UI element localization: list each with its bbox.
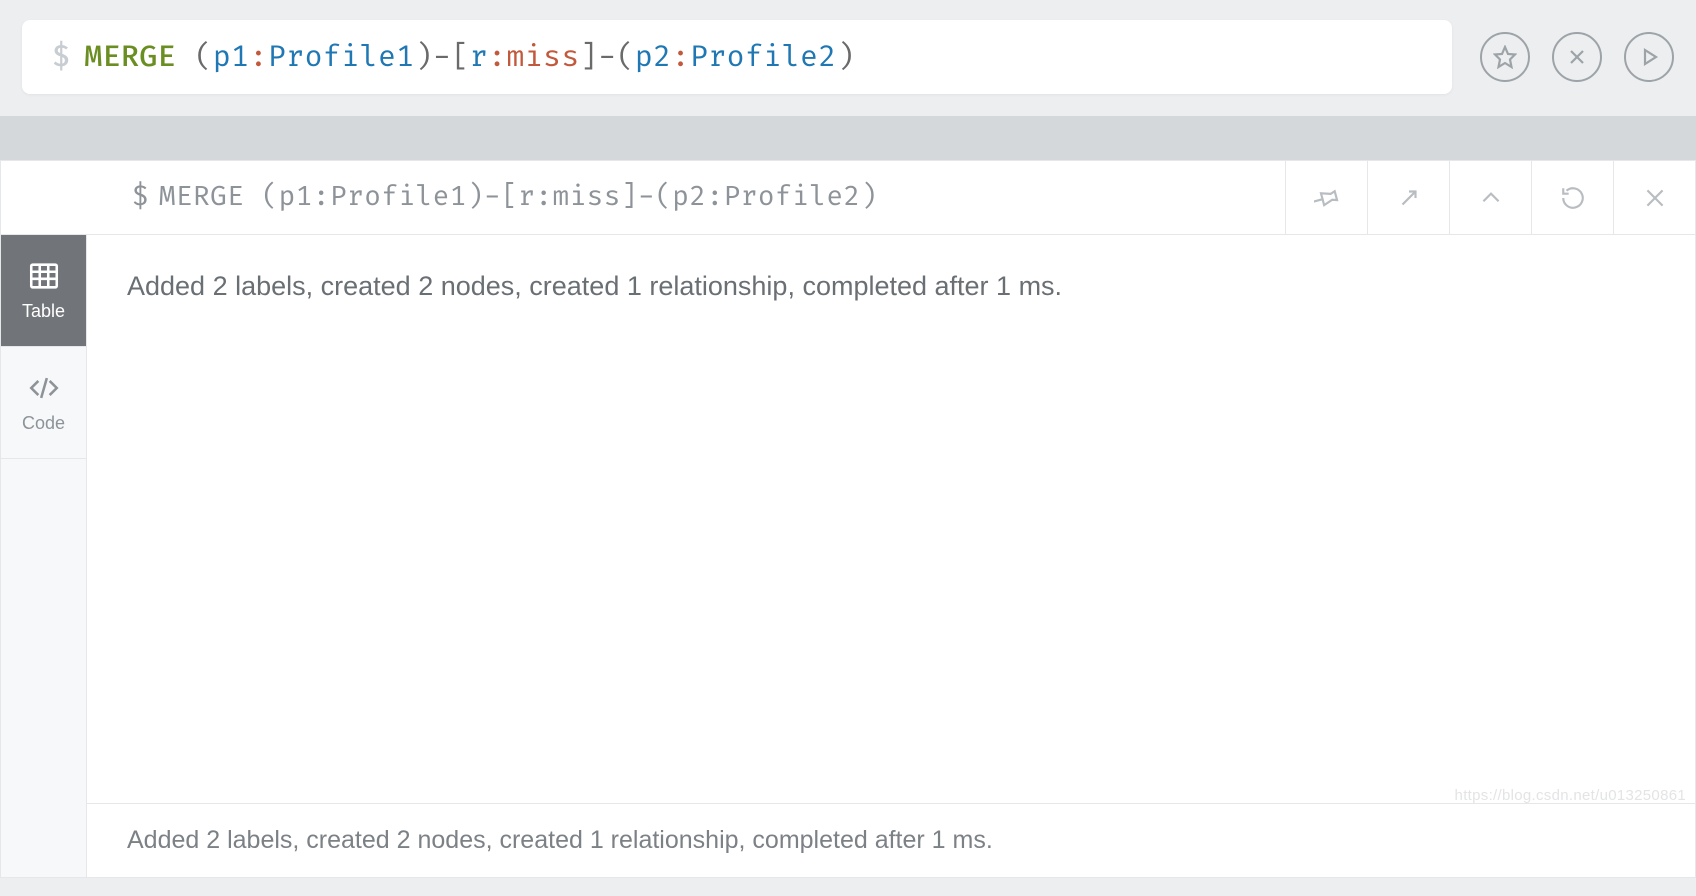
view-tabs: Table Code xyxy=(1,235,87,877)
result-message: Added 2 labels, created 2 nodes, created… xyxy=(87,235,1695,803)
expand-icon xyxy=(1396,185,1422,211)
result-footer: Added 2 labels, created 2 nodes, created… xyxy=(87,803,1695,877)
collapse-button[interactable] xyxy=(1449,161,1531,234)
code-icon xyxy=(27,371,61,405)
favorite-button[interactable] xyxy=(1480,32,1530,82)
result-query-display[interactable]: $MERGE (p1:Profile1)-[r:miss]-(p2:Profil… xyxy=(1,148,1285,247)
run-button[interactable] xyxy=(1624,32,1674,82)
query-editor[interactable]: $ MERGE (p1:Profile1)-[r:miss]-(p2:Profi… xyxy=(22,20,1452,94)
rerun-button[interactable] xyxy=(1531,161,1613,234)
tab-code-label: Code xyxy=(22,413,65,434)
tab-table[interactable]: Table xyxy=(1,235,86,347)
tab-code[interactable]: Code xyxy=(1,347,86,459)
result-prompt: $ xyxy=(132,181,149,214)
clear-button[interactable] xyxy=(1552,32,1602,82)
table-icon xyxy=(27,259,61,293)
result-frame: $MERGE (p1:Profile1)-[r:miss]-(p2:Profil… xyxy=(0,160,1696,878)
pin-icon xyxy=(1314,185,1340,211)
expand-button[interactable] xyxy=(1367,161,1449,234)
query-editor-row: $ MERGE (p1:Profile1)-[r:miss]-(p2:Profi… xyxy=(0,0,1696,116)
star-icon xyxy=(1493,45,1517,69)
tab-table-label: Table xyxy=(22,301,65,322)
result-main: Added 2 labels, created 2 nodes, created… xyxy=(87,235,1695,877)
editor-prompt: $ xyxy=(52,40,70,75)
close-icon xyxy=(1565,45,1589,69)
result-header-tools xyxy=(1285,161,1695,234)
editor-actions xyxy=(1480,32,1674,82)
cypher-query: MERGE (p1:Profile1)-[r:miss]-(p2:Profile… xyxy=(84,40,855,75)
play-icon xyxy=(1637,45,1661,69)
result-body: Table Code Added 2 labels, created 2 nod… xyxy=(1,235,1695,877)
refresh-icon xyxy=(1560,185,1586,211)
close-icon xyxy=(1642,185,1668,211)
result-header: $MERGE (p1:Profile1)-[r:miss]-(p2:Profil… xyxy=(1,161,1695,235)
close-result-button[interactable] xyxy=(1613,161,1695,234)
pin-button[interactable] xyxy=(1285,161,1367,234)
chevron-up-icon xyxy=(1478,185,1504,211)
